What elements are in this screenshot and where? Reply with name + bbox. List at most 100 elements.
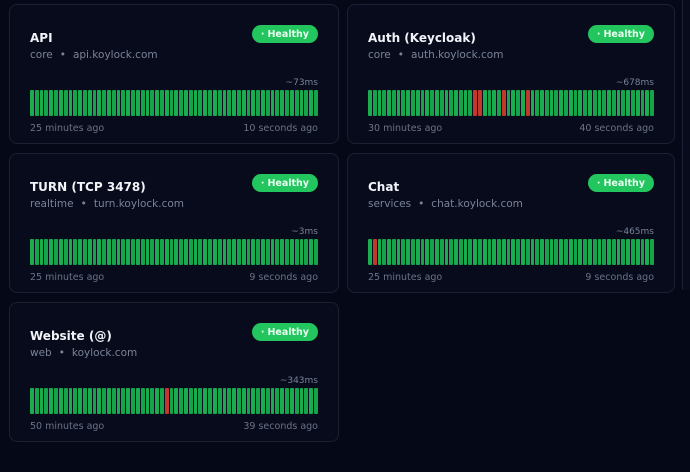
uptime-segment-up[interactable] (587, 239, 592, 265)
uptime-segment-up[interactable] (73, 90, 78, 116)
uptime-segment-up[interactable] (111, 239, 116, 265)
uptime-segment-up[interactable] (184, 388, 188, 414)
uptime-segment-up[interactable] (179, 388, 183, 414)
uptime-segment-up[interactable] (159, 239, 164, 265)
uptime-segment-up[interactable] (289, 239, 294, 265)
uptime-segment-up[interactable] (568, 90, 573, 116)
uptime-segment-up[interactable] (217, 239, 222, 265)
uptime-segment-up[interactable] (368, 90, 372, 116)
uptime-segment-up[interactable] (391, 90, 396, 116)
uptime-segment-up[interactable] (30, 239, 34, 265)
uptime-segment-up[interactable] (164, 90, 169, 116)
uptime-segment-up[interactable] (525, 239, 530, 265)
uptime-segment-up[interactable] (68, 90, 73, 116)
uptime-segment-up[interactable] (155, 239, 159, 265)
uptime-segment-up[interactable] (650, 90, 654, 116)
uptime-segment-up[interactable] (270, 388, 275, 414)
uptime-segment-up[interactable] (309, 90, 313, 116)
uptime-segment-up[interactable] (63, 239, 68, 265)
uptime-segment-up[interactable] (164, 239, 169, 265)
uptime-segment-up[interactable] (578, 239, 583, 265)
uptime-segment-up[interactable] (430, 239, 434, 265)
uptime-segment-up[interactable] (116, 90, 121, 116)
uptime-segment-up[interactable] (121, 388, 126, 414)
uptime-segment-up[interactable] (212, 388, 217, 414)
uptime-segment-up[interactable] (611, 90, 616, 116)
uptime-segment-up[interactable] (304, 388, 309, 414)
uptime-segment-up[interactable] (313, 239, 318, 265)
uptime-segment-up[interactable] (377, 239, 382, 265)
uptime-segment-up[interactable] (58, 90, 63, 116)
uptime-segment-up[interactable] (401, 239, 406, 265)
uptime-segment-up[interactable] (382, 239, 387, 265)
uptime-segment-up[interactable] (611, 239, 616, 265)
uptime-segment-up[interactable] (188, 90, 193, 116)
uptime-segment-up[interactable] (121, 239, 126, 265)
uptime-segment-up[interactable] (289, 388, 294, 414)
uptime-segment-up[interactable] (265, 90, 270, 116)
uptime-segment-up[interactable] (179, 90, 183, 116)
uptime-segment-up[interactable] (454, 90, 458, 116)
uptime-segment-up[interactable] (261, 90, 265, 116)
uptime-segment-up[interactable] (309, 239, 313, 265)
uptime-segment-down[interactable] (164, 388, 169, 414)
uptime-segment-up[interactable] (645, 239, 650, 265)
uptime-segment-up[interactable] (583, 239, 587, 265)
uptime-segment-up[interactable] (411, 90, 415, 116)
uptime-segment-up[interactable] (602, 90, 607, 116)
uptime-segment-up[interactable] (111, 90, 116, 116)
uptime-segment-up[interactable] (299, 239, 304, 265)
uptime-segment-up[interactable] (304, 90, 309, 116)
uptime-segment-up[interactable] (425, 239, 430, 265)
uptime-segment-up[interactable] (492, 90, 497, 116)
uptime-segment-up[interactable] (34, 239, 39, 265)
uptime-segment-up[interactable] (169, 239, 174, 265)
uptime-segment-up[interactable] (212, 239, 217, 265)
uptime-segment-up[interactable] (58, 239, 63, 265)
uptime-segment-up[interactable] (304, 239, 309, 265)
uptime-segment-up[interactable] (188, 388, 193, 414)
uptime-segment-up[interactable] (227, 239, 232, 265)
uptime-segment-up[interactable] (626, 90, 630, 116)
uptime-segment-up[interactable] (198, 90, 203, 116)
uptime-segment-up[interactable] (135, 239, 140, 265)
uptime-segment-up[interactable] (236, 90, 241, 116)
uptime-segment-up[interactable] (232, 90, 236, 116)
uptime-segment-up[interactable] (87, 388, 92, 414)
uptime-segment-up[interactable] (430, 90, 434, 116)
uptime-segment-up[interactable] (535, 90, 540, 116)
uptime-segment-up[interactable] (131, 239, 135, 265)
uptime-segment-up[interactable] (294, 90, 299, 116)
uptime-segment-up[interactable] (458, 239, 463, 265)
uptime-segment-up[interactable] (640, 90, 645, 116)
uptime-segment-up[interactable] (463, 90, 468, 116)
uptime-segment-up[interactable] (492, 239, 497, 265)
uptime-segment-up[interactable] (261, 388, 265, 414)
uptime-segment-up[interactable] (635, 239, 640, 265)
uptime-segment-up[interactable] (387, 239, 391, 265)
uptime-segment-up[interactable] (406, 239, 411, 265)
uptime-segment-up[interactable] (169, 90, 174, 116)
uptime-segment-up[interactable] (203, 239, 208, 265)
uptime-segment-up[interactable] (82, 239, 87, 265)
uptime-segment-up[interactable] (458, 90, 463, 116)
uptime-segment-up[interactable] (420, 90, 425, 116)
uptime-segment-up[interactable] (232, 239, 236, 265)
uptime-segment-up[interactable] (635, 90, 640, 116)
uptime-segment-up[interactable] (49, 388, 54, 414)
uptime-segment-up[interactable] (420, 239, 425, 265)
uptime-segment-up[interactable] (155, 90, 159, 116)
uptime-segment-up[interactable] (251, 388, 256, 414)
uptime-segment-up[interactable] (554, 239, 559, 265)
uptime-segment-up[interactable] (246, 388, 251, 414)
uptime-segment-up[interactable] (39, 388, 44, 414)
uptime-segment-up[interactable] (559, 239, 564, 265)
uptime-segment-up[interactable] (256, 239, 260, 265)
uptime-segment-up[interactable] (198, 388, 203, 414)
uptime-segment-up[interactable] (107, 90, 111, 116)
uptime-segment-up[interactable] (217, 388, 222, 414)
uptime-segment-up[interactable] (208, 388, 212, 414)
uptime-segment-up[interactable] (616, 239, 621, 265)
uptime-segment-up[interactable] (516, 239, 520, 265)
uptime-segment-up[interactable] (270, 239, 275, 265)
